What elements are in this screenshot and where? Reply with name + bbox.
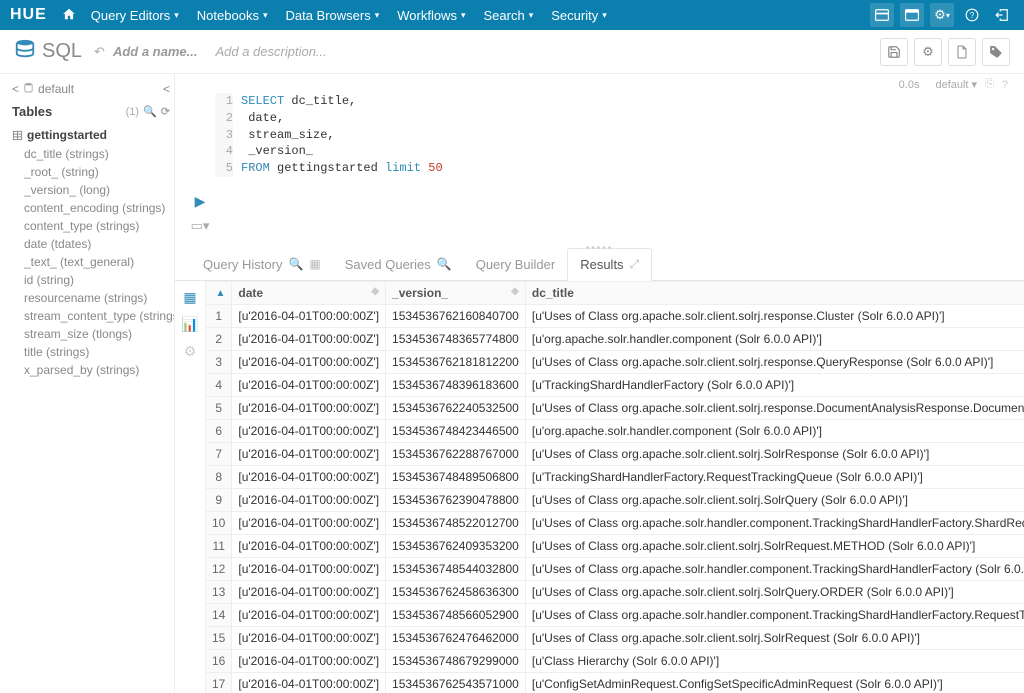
home-icon[interactable] [62, 7, 76, 24]
table-row[interactable]: 2[u'2016-04-01T00:00:00Z']15345367483657… [206, 328, 1024, 351]
refresh-icon[interactable]: ⟳ [161, 105, 170, 118]
sql-editor[interactable]: 1SELECT dc_title,2 date,3 stream_size,4 … [215, 93, 443, 234]
tables-count: (1) [126, 106, 139, 118]
column-item[interactable]: _version_ (long) [24, 181, 174, 199]
tab-saved-queries[interactable]: Saved Queries🔍 [333, 248, 464, 280]
table-row[interactable]: 7[u'2016-04-01T00:00:00Z']15345367622887… [206, 443, 1024, 466]
database-icon [23, 82, 34, 96]
menu-data-browsers[interactable]: Data Browsers▾ [285, 8, 379, 23]
column-item[interactable]: id (string) [24, 271, 174, 289]
collapse-icon[interactable]: < [163, 82, 170, 96]
table-row[interactable]: 16[u'2016-04-01T00:00:00Z']1534536748679… [206, 650, 1024, 673]
tables-label: Tables [12, 104, 52, 119]
results-table: ▲date◆_version_◆dc_title◆ 1[u'2016-04-01… [205, 281, 1024, 693]
undo-icon[interactable]: ↶ [94, 44, 105, 60]
menu-query-editors[interactable]: Query Editors▾ [91, 8, 179, 23]
query-time: 0.0s [899, 79, 920, 91]
signout-icon[interactable] [990, 3, 1014, 27]
column-header[interactable]: ▲ [206, 282, 232, 305]
column-item[interactable]: x_parsed_by (strings) [24, 361, 174, 379]
column-item[interactable]: content_type (strings) [24, 217, 174, 235]
new-doc-button[interactable] [948, 38, 976, 66]
svg-text:?: ? [970, 11, 975, 20]
table-row[interactable]: 9[u'2016-04-01T00:00:00Z']15345367623904… [206, 489, 1024, 512]
table-row[interactable]: 1[u'2016-04-01T00:00:00Z']15345367621608… [206, 305, 1024, 328]
menu-security[interactable]: Security▾ [551, 8, 607, 23]
table-row[interactable]: 5[u'2016-04-01T00:00:00Z']15345367622405… [206, 397, 1024, 420]
resize-handle[interactable]: ••••• [586, 243, 614, 254]
top-nav: HUE Query Editors▾ Notebooks▾ Data Brows… [0, 0, 1024, 30]
save-button[interactable] [880, 38, 908, 66]
column-item[interactable]: _root_ (string) [24, 163, 174, 181]
column-item[interactable]: content_encoding (strings) [24, 199, 174, 217]
tab-query-history[interactable]: Query History🔍▦ [191, 248, 333, 280]
table-row[interactable]: 3[u'2016-04-01T00:00:00Z']15345367621818… [206, 351, 1024, 374]
table-row[interactable]: 8[u'2016-04-01T00:00:00Z']15345367484895… [206, 466, 1024, 489]
help-tip-icon[interactable]: ? [1002, 79, 1008, 91]
calendar-icon[interactable]: ▦ [309, 257, 320, 271]
table-row[interactable]: 12[u'2016-04-01T00:00:00Z']1534536748544… [206, 558, 1024, 581]
results-tabs: ••••• Query History🔍▦ Saved Queries🔍 Que… [175, 248, 1024, 281]
table-row[interactable]: 15[u'2016-04-01T00:00:00Z']1534536762476… [206, 627, 1024, 650]
hue-logo: HUE [10, 6, 47, 24]
settings-button[interactable]: ⚙ [914, 38, 942, 66]
table-row[interactable]: 13[u'2016-04-01T00:00:00Z']1534536762458… [206, 581, 1024, 604]
add-name-input[interactable]: Add a name... [113, 44, 198, 59]
expand-icon[interactable]: ⤢ [630, 257, 640, 272]
presentation-button[interactable]: ▭▾ [191, 218, 210, 234]
table-row[interactable]: 17[u'2016-04-01T00:00:00Z']1534536762543… [206, 673, 1024, 693]
sql-icon [14, 38, 36, 66]
editor-header: SQL ↶ Add a name... Add a description...… [0, 30, 1024, 74]
search-icon[interactable]: 🔍 [437, 257, 452, 271]
card-icon[interactable] [870, 3, 894, 27]
column-header[interactable]: date◆ [232, 282, 386, 305]
database-name[interactable]: default [38, 82, 74, 96]
table-row[interactable]: 11[u'2016-04-01T00:00:00Z']1534536762409… [206, 535, 1024, 558]
back-icon[interactable]: < [12, 82, 19, 96]
menu-notebooks[interactable]: Notebooks▾ [197, 8, 268, 23]
download-icon[interactable]: ⚙ [184, 343, 197, 360]
column-item[interactable]: _text_ (text_general) [24, 253, 174, 271]
column-header[interactable]: dc_title◆ [525, 282, 1024, 305]
chart-view-icon[interactable]: 📊 [181, 316, 198, 333]
search-icon[interactable]: 🔍 [143, 105, 157, 118]
editor-type-label: SQL [42, 40, 82, 63]
menu-workflows[interactable]: Workflows▾ [397, 8, 465, 23]
results-toolbar: ▦ 📊 ⚙ [175, 281, 205, 693]
run-button[interactable]: ▶ [195, 193, 206, 210]
table-row[interactable]: 4[u'2016-04-01T00:00:00Z']15345367483961… [206, 374, 1024, 397]
query-meta: 0.0s default ▾ ⎘ ? [175, 74, 1024, 91]
column-item[interactable]: stream_content_type (strings) [24, 307, 174, 325]
column-item[interactable]: resourcename (strings) [24, 289, 174, 307]
help-icon[interactable]: ? [960, 3, 984, 27]
grid-view-icon[interactable]: ▦ [183, 289, 196, 306]
column-header[interactable]: _version_◆ [386, 282, 526, 305]
table-row[interactable]: 6[u'2016-04-01T00:00:00Z']15345367484234… [206, 420, 1024, 443]
query-db[interactable]: default ▾ [927, 78, 977, 91]
column-item[interactable]: dc_title (strings) [24, 145, 174, 163]
window-icon[interactable] [900, 3, 924, 27]
export-icon[interactable]: ⎘ [985, 78, 994, 91]
column-item[interactable]: title (strings) [24, 343, 174, 361]
table-row[interactable]: 10[u'2016-04-01T00:00:00Z']1534536748522… [206, 512, 1024, 535]
gears-icon[interactable]: ⚙▾ [930, 3, 954, 27]
table-row[interactable]: 14[u'2016-04-01T00:00:00Z']1534536748566… [206, 604, 1024, 627]
assist-panel: < default < Tables (1) 🔍 ⟳ gettingstarte… [0, 74, 175, 693]
column-item[interactable]: date (tdates) [24, 235, 174, 253]
table-gettingstarted[interactable]: gettingstarted [8, 125, 174, 145]
tags-button[interactable] [982, 38, 1010, 66]
tab-query-builder[interactable]: Query Builder [464, 248, 567, 280]
column-item[interactable]: stream_size (tlongs) [24, 325, 174, 343]
add-description-input[interactable]: Add a description... [215, 44, 326, 59]
search-icon[interactable]: 🔍 [288, 257, 303, 271]
menu-search[interactable]: Search▾ [484, 8, 534, 23]
